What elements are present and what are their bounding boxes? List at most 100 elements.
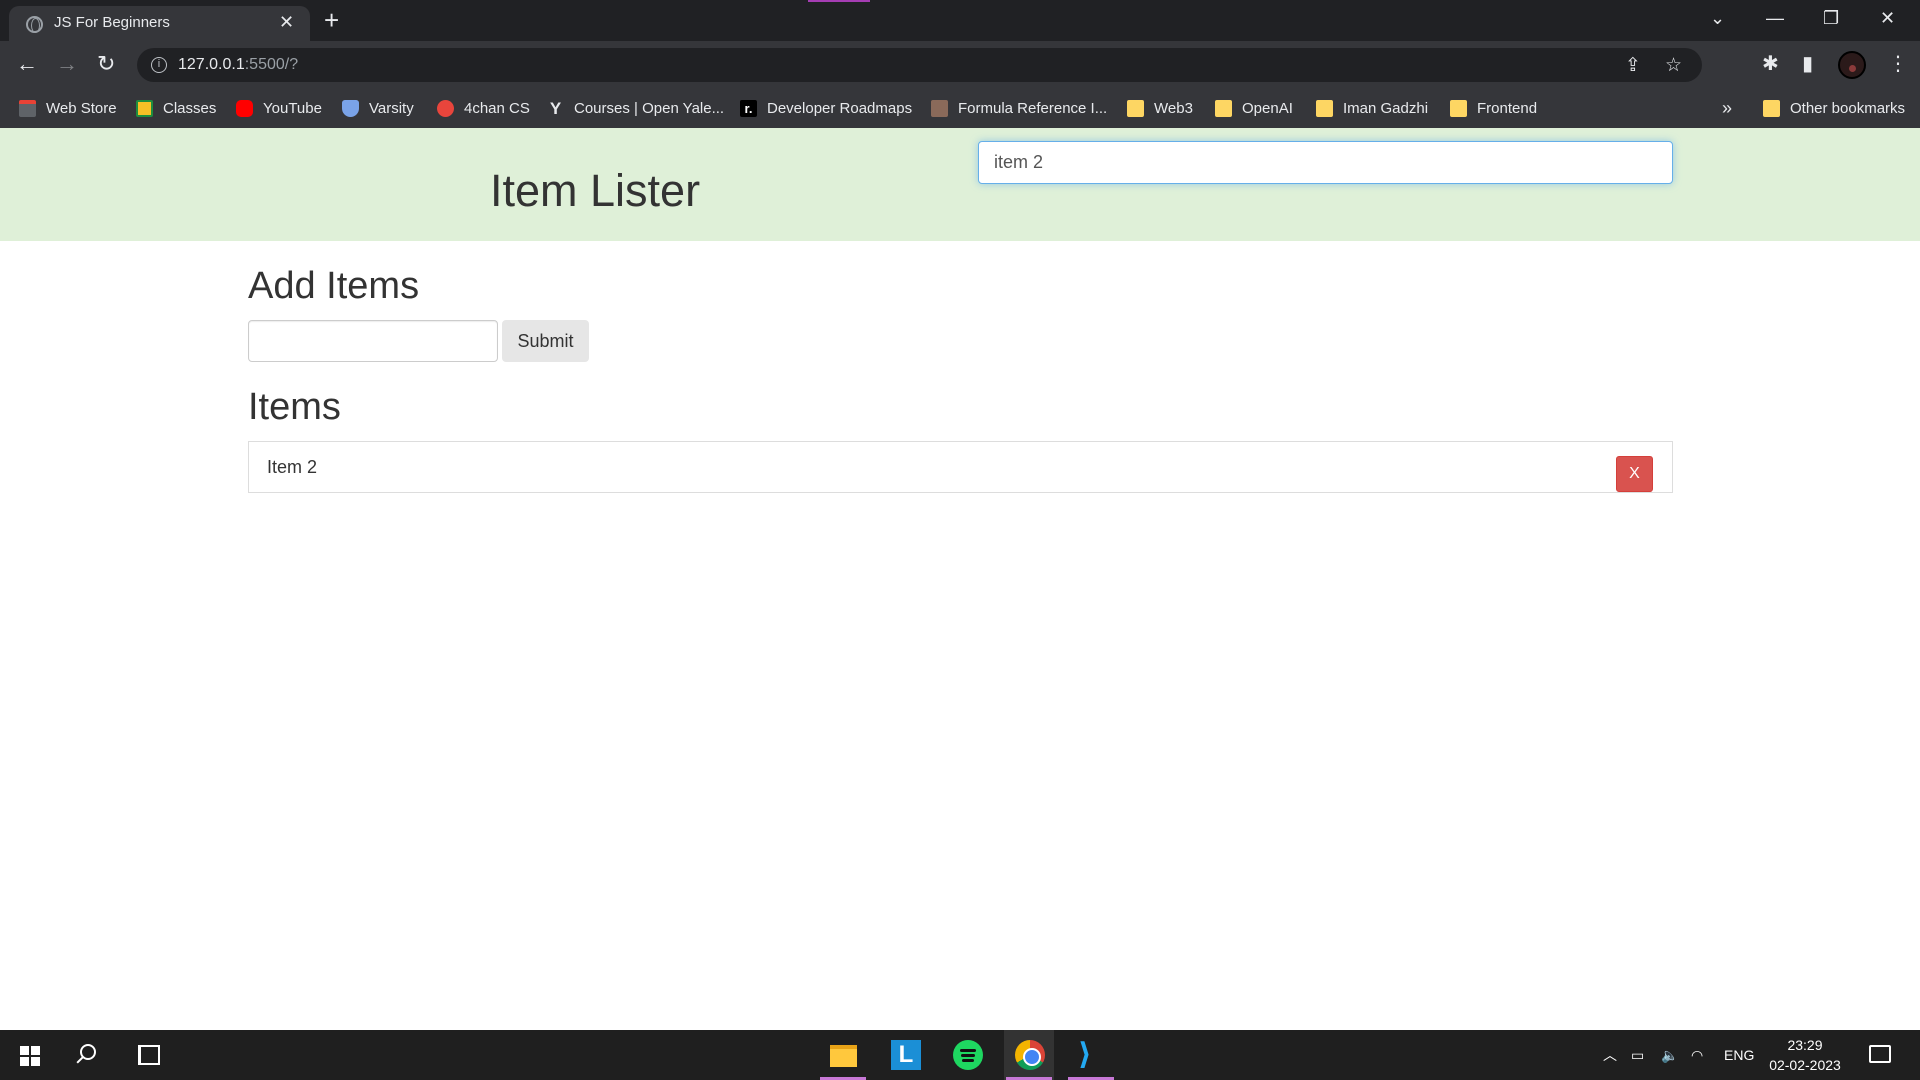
url-host: 127.0.0.1	[178, 56, 245, 73]
page-header: Item Lister	[0, 128, 1920, 241]
bookmark-4chan-cs[interactable]: 4chan CS	[437, 96, 530, 120]
bookmark-web-store[interactable]: Web Store	[19, 96, 117, 120]
notification-icon[interactable]	[1869, 1045, 1891, 1063]
l-app-icon: L	[891, 1040, 921, 1070]
network-icon[interactable]: ◠	[1691, 1045, 1703, 1065]
battery-icon[interactable]: ▭	[1631, 1045, 1644, 1065]
address-bar[interactable]: i 127.0.0.1:5500/? ☆ ⇪	[137, 48, 1702, 82]
item-text: Item 2	[267, 457, 318, 477]
bookmark-label: Courses | Open Yale...	[574, 99, 725, 117]
bookmark-label: Iman Gadzhi	[1343, 99, 1429, 117]
tab-close-icon[interactable]: ✕	[279, 12, 294, 32]
l-app[interactable]: L	[880, 1030, 930, 1080]
bookmark-iman-gadzhi[interactable]: Iman Gadzhi	[1316, 96, 1428, 120]
vscode-app[interactable]: ⟩	[1066, 1030, 1116, 1080]
list-item: Item 2 X	[248, 441, 1673, 493]
minimize-button[interactable]: —	[1766, 6, 1784, 30]
folder-icon	[1127, 99, 1144, 117]
bookmark-open-yale[interactable]: Y Courses | Open Yale...	[547, 96, 724, 120]
vscode-icon: ⟩	[1078, 1038, 1092, 1071]
window-accent	[808, 0, 870, 2]
start-button[interactable]	[20, 1046, 40, 1066]
fire-icon	[437, 99, 454, 117]
bookmark-web3[interactable]: Web3	[1127, 96, 1193, 120]
language-indicator[interactable]: ENG	[1724, 1045, 1754, 1065]
bookmark-varsity[interactable]: Varsity	[342, 96, 414, 120]
other-bookmarks[interactable]: Other bookmarks	[1763, 96, 1905, 120]
items-heading: Items	[248, 386, 341, 428]
filter-input[interactable]	[978, 141, 1673, 184]
bookmark-developer-roadmaps[interactable]: r. Developer Roadmaps	[740, 96, 912, 120]
chrome-app[interactable]	[1004, 1030, 1054, 1080]
roadmap-icon: r.	[740, 99, 757, 117]
back-button[interactable]: ←	[16, 50, 38, 78]
profile-avatar[interactable]	[1838, 51, 1866, 79]
bookmark-label: Frontend	[1477, 99, 1538, 117]
bookmark-label: Developer Roadmaps	[767, 99, 913, 117]
clock-time: 23:29	[1787, 1037, 1823, 1053]
shield-icon	[342, 99, 359, 117]
folder-icon	[1316, 99, 1333, 117]
bookmark-formula-reference[interactable]: Formula Reference I...	[931, 96, 1107, 120]
new-tab-button[interactable]: +	[324, 5, 339, 35]
folder-icon	[1450, 99, 1467, 117]
submit-button[interactable]: Submit	[502, 320, 589, 362]
task-view-icon[interactable]	[138, 1045, 160, 1065]
bookmark-frontend[interactable]: Frontend	[1450, 96, 1537, 120]
bookmark-label: 4chan CS	[464, 99, 530, 117]
tray-chevron-icon[interactable]: ︿	[1603, 1045, 1617, 1065]
url-path: :5500/?	[244, 56, 299, 73]
add-items-heading: Add Items	[248, 265, 420, 307]
bookmark-label: Classes	[163, 99, 217, 117]
file-explorer-app[interactable]	[818, 1030, 868, 1080]
spotify-app[interactable]	[942, 1030, 992, 1080]
bookmark-label: Varsity	[369, 99, 414, 117]
browser-toolbar: ← → ↻ i 127.0.0.1:5500/? ☆ ⇪ ✱ ▮ ⋮	[0, 41, 1920, 88]
folder-icon	[1763, 99, 1780, 117]
webstore-icon	[19, 99, 36, 117]
reload-button[interactable]: ↻	[97, 50, 115, 78]
site-info-icon[interactable]: i	[151, 57, 167, 73]
bookmark-youtube[interactable]: YouTube	[236, 96, 322, 120]
youtube-icon	[236, 99, 253, 117]
item-list: Item 2 X	[248, 441, 1673, 493]
clock[interactable]: 23:29 02-02-2023	[1760, 1035, 1850, 1075]
extensions-icon[interactable]: ✱	[1762, 51, 1779, 77]
chrome-icon	[1015, 1040, 1045, 1070]
bookmarks-bar: Web Store Classes YouTube Varsity 4chan …	[0, 88, 1920, 128]
yale-icon: Y	[549, 98, 562, 118]
page-title: Item Lister	[490, 165, 701, 216]
restore-button[interactable]: ❐	[1823, 6, 1839, 30]
taskbar: L ⟩ ︿ ▭ 🔈 ◠ ENG 23:29 02-02-2023	[0, 1030, 1920, 1080]
bookmark-label: Web Store	[46, 99, 117, 117]
bookmark-classes[interactable]: Classes	[136, 96, 216, 120]
bookmark-label: OpenAI	[1242, 99, 1293, 117]
bookmark-label: Formula Reference I...	[958, 99, 1108, 117]
bookmark-label: Other bookmarks	[1790, 99, 1906, 117]
delete-item-button[interactable]: X	[1616, 456, 1653, 492]
bookmark-label: Web3	[1154, 99, 1193, 117]
menu-icon[interactable]: ⋮	[1888, 51, 1908, 77]
share-icon[interactable]: ⇪	[1625, 56, 1641, 76]
side-panel-icon[interactable]: ▮	[1802, 51, 1813, 77]
search-icon[interactable]	[80, 1044, 96, 1060]
classes-icon	[136, 99, 153, 117]
browser-tab[interactable]: JS For Beginners ✕	[9, 6, 310, 41]
browser-tabstrip: JS For Beginners ✕ + ⌄ — ❐ ✕	[0, 0, 1920, 41]
tab-title: JS For Beginners	[54, 14, 170, 31]
tab-search-icon[interactable]: ⌄	[1710, 6, 1725, 30]
bookmark-label: YouTube	[263, 99, 322, 117]
add-item-input[interactable]	[248, 320, 498, 362]
bookmark-star-icon[interactable]: ☆	[1665, 56, 1682, 76]
more-bookmarks-button[interactable]: »	[1722, 96, 1732, 120]
globe-icon	[26, 16, 43, 33]
person-icon	[931, 99, 948, 117]
bookmark-openai[interactable]: OpenAI	[1215, 96, 1293, 120]
volume-icon[interactable]: 🔈	[1661, 1045, 1678, 1065]
url-text: 127.0.0.1:5500/?	[178, 56, 298, 74]
spotify-icon	[953, 1040, 983, 1070]
clock-date: 02-02-2023	[1769, 1057, 1841, 1073]
file-explorer-icon	[830, 1045, 857, 1067]
forward-button[interactable]: →	[56, 50, 78, 78]
close-window-button[interactable]: ✕	[1880, 6, 1895, 30]
